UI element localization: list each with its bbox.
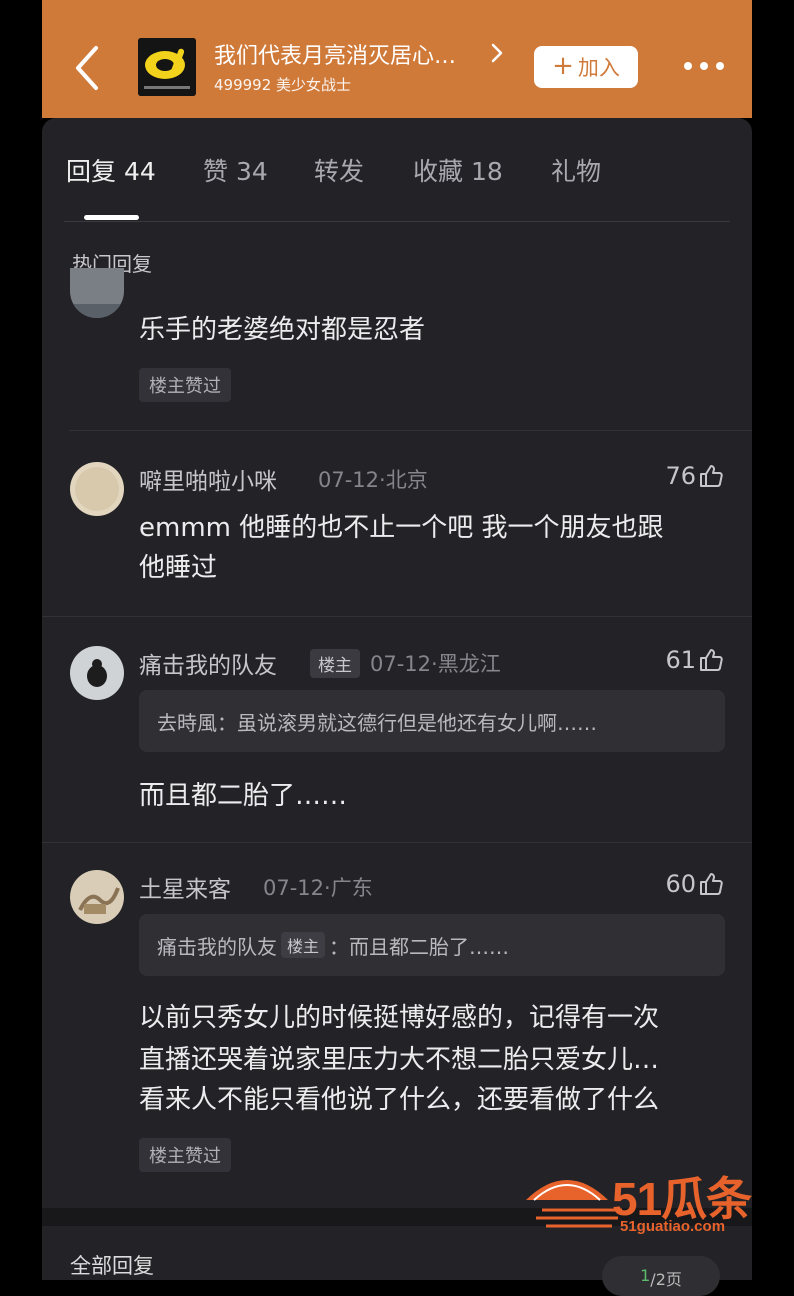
like-count: 76	[665, 462, 696, 490]
like-button[interactable]: 76	[665, 462, 724, 490]
page-indicator[interactable]: 1 /2页	[602, 1256, 720, 1296]
comment-divider	[42, 842, 752, 843]
tab-favorites[interactable]: 收藏 18	[413, 152, 503, 188]
comment-content-line: 而且都二胎了……	[139, 781, 348, 811]
quoted-reply[interactable]: 痛击我的队友 楼主 ：而且都二胎了……	[139, 914, 725, 976]
thumbs-up-icon	[700, 649, 723, 671]
tab-replies[interactable]: 回复 44	[66, 152, 156, 188]
op-liked-badge: 楼主赞过	[139, 368, 231, 402]
thumbs-up-icon	[700, 873, 723, 895]
op-badge: 楼主	[281, 932, 326, 958]
tab-reposts[interactable]: 转发	[314, 152, 364, 188]
thumbs-up-icon	[700, 465, 723, 487]
avatar-image	[70, 870, 124, 924]
active-tab-indicator	[84, 215, 139, 220]
left-letterbox	[0, 0, 42, 1280]
current-page: 1	[640, 1266, 651, 1285]
chevron-right-icon[interactable]	[490, 42, 504, 64]
quoted-text: 去時風：虽说滚男就这德行但是他还有女儿啊……	[157, 710, 597, 735]
comment-content-line: 直播还哭着说家里压力大不想二胎只爱女儿…	[139, 1045, 660, 1075]
plus-icon: +	[552, 51, 574, 81]
comment-content-line: emmm 他睡的也不止一个吧 我一个朋友也跟	[139, 513, 664, 543]
like-button[interactable]: 60	[665, 870, 724, 898]
comment-meta: 07-12·广东	[263, 876, 373, 900]
username[interactable]: 噼里啪啦小咪	[139, 462, 277, 496]
comment-meta: 07-12·北京	[318, 468, 428, 492]
op-liked-badge: 楼主赞过	[139, 1138, 231, 1172]
join-button[interactable]: + 加入	[534, 46, 638, 88]
avatar-image	[70, 462, 124, 516]
replies-panel: 回复 44 赞 34 转发 收藏 18 礼物 热门回复 乐手的老婆绝对都是忍者 …	[42, 118, 752, 1208]
group-header: 我们代表月亮消灭居心… 499992 美少女战士 + 加入	[42, 0, 752, 118]
username[interactable]: 土星来客	[139, 870, 231, 904]
avatar-image	[70, 268, 124, 318]
all-replies-label[interactable]: 全部回复	[70, 1250, 154, 1280]
op-badge: 楼主	[310, 649, 360, 678]
group-subtitle: 499992 美少女战士	[214, 76, 352, 94]
group-logo-icon	[138, 38, 196, 96]
like-button[interactable]: 61	[665, 646, 724, 674]
avatar[interactable]	[70, 268, 124, 318]
comment-divider	[42, 616, 752, 617]
group-title[interactable]: 我们代表月亮消灭居心…	[214, 38, 456, 70]
page-total: /2页	[650, 1270, 682, 1289]
comment-divider	[69, 430, 752, 431]
username[interactable]: 痛击我的队友	[139, 646, 277, 680]
comment-meta: 07-12·黑龙江	[370, 652, 501, 676]
comment-content-line: 他睡过	[139, 553, 218, 583]
comment-content-line: 看来人不能只看他说了什么，还要看做了什么	[139, 1085, 660, 1115]
more-dots-icon[interactable]	[682, 60, 726, 74]
watermark-url: 51guatiao.com	[620, 1218, 726, 1235]
back-arrow-icon[interactable]	[68, 42, 108, 94]
like-count: 60	[665, 870, 696, 898]
avatar-image	[70, 646, 124, 700]
quoted-author: 痛击我的队友	[157, 934, 277, 959]
tab-likes[interactable]: 赞 34	[203, 152, 268, 188]
avatar[interactable]	[70, 462, 124, 516]
comment-content-line: 以前只秀女儿的时候挺博好感的，记得有一次	[139, 1003, 660, 1033]
like-count: 61	[665, 646, 696, 674]
avatar[interactable]	[70, 870, 124, 924]
right-letterbox	[752, 0, 794, 1280]
join-label: 加入	[577, 56, 620, 80]
tab-divider	[64, 221, 730, 222]
quoted-reply[interactable]: 去時風：虽说滚男就这德行但是他还有女儿啊……	[139, 690, 725, 752]
group-avatar[interactable]	[138, 38, 196, 96]
avatar[interactable]	[70, 646, 124, 700]
quoted-text: ：而且都二胎了……	[329, 934, 510, 959]
tab-gifts[interactable]: 礼物	[551, 152, 601, 188]
comment-content: 乐手的老婆绝对都是忍者	[139, 315, 426, 345]
